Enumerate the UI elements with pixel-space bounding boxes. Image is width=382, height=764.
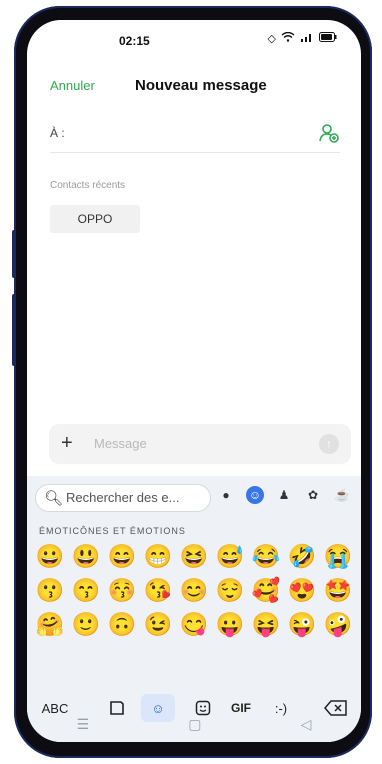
emoji-key[interactable]: 😁: [141, 542, 175, 570]
emoji-categories: ● ☺ ♟ ✿ ☕: [217, 486, 351, 504]
recent-clock-icon[interactable]: ●: [217, 486, 235, 504]
emoji-key[interactable]: 🙂: [69, 610, 103, 638]
page-title: Nouveau message: [135, 77, 267, 94]
battery-icon: [319, 32, 337, 45]
emoji-key[interactable]: 😄: [105, 542, 139, 570]
emoji-key[interactable]: 😉: [141, 610, 175, 638]
status-time: 02:15: [119, 34, 150, 48]
alarm-icon: ◇: [267, 33, 276, 45]
volume-button: [12, 230, 16, 278]
person-category-icon[interactable]: ♟: [275, 486, 293, 504]
animals-category-icon[interactable]: ✿: [304, 486, 322, 504]
menu-nav-icon[interactable]: ☰: [77, 716, 90, 733]
emoji-key[interactable]: 😝: [249, 610, 283, 638]
search-icon: 🔍︎: [44, 490, 64, 507]
signal-icon: [300, 32, 314, 45]
emoji-key[interactable]: 🤩: [321, 576, 355, 604]
emoji-search-placeholder: Rechercher des e...: [66, 490, 180, 505]
recipient-label: À :: [50, 126, 65, 140]
emoji-key[interactable]: 😍: [285, 576, 319, 604]
emoji-key[interactable]: 😭: [321, 542, 355, 570]
power-button: [12, 294, 16, 366]
emoji-key[interactable]: 🤗: [33, 610, 67, 638]
back-nav-icon[interactable]: ◁: [301, 716, 312, 733]
compose-bar[interactable]: + Message ↑: [49, 424, 351, 464]
emoji-section-title: ÉMOTICÔNES ET ÉMOTIONS: [39, 526, 186, 536]
status-bar: 02:15 ◇: [27, 20, 361, 64]
emoji-key[interactable]: 😘: [141, 576, 175, 604]
emoji-search-row: 🔍︎ Rechercher des e... ● ☺ ♟ ✿ ☕: [27, 476, 361, 516]
emoji-grid: 😀 😃 😄 😁 😆 😅 😂 🤣 😭 😗 😙 😚 😘 😊 😌 🥰 😍 🤩 🤗 🙂 🙃 😉 😋 😛 😝 😜 🤪: [33, 542, 357, 638]
emoji-key[interactable]: 😃: [69, 542, 103, 570]
emoji-key[interactable]: 😅: [213, 542, 247, 570]
emoji-key[interactable]: 😌: [213, 576, 247, 604]
emoji-key[interactable]: 🤪: [321, 610, 355, 638]
smiley-category-icon[interactable]: ☺: [246, 486, 264, 504]
home-nav-icon[interactable]: ▢: [188, 716, 201, 733]
screen: 02:15 ◇ Annuler Nouveau message À : Cont…: [27, 20, 361, 742]
emoji-key[interactable]: 🥰: [249, 576, 283, 604]
system-nav-bar: ☰ ▢ ◁: [27, 706, 361, 742]
emoji-key[interactable]: 😙: [69, 576, 103, 604]
emoji-key[interactable]: 😛: [213, 610, 247, 638]
send-icon[interactable]: ↑: [319, 434, 339, 454]
wifi-icon: [281, 31, 295, 45]
emoji-key[interactable]: 😀: [33, 542, 67, 570]
cancel-button[interactable]: Annuler: [50, 78, 95, 93]
emoji-key[interactable]: 😜: [285, 610, 319, 638]
emoji-key[interactable]: 😚: [105, 576, 139, 604]
contact-chip[interactable]: OPPO: [50, 205, 140, 233]
emoji-key[interactable]: 😗: [33, 576, 67, 604]
header: Annuler Nouveau message: [27, 72, 361, 102]
add-contact-icon[interactable]: [318, 122, 340, 144]
emoji-key[interactable]: 😂: [249, 542, 283, 570]
recent-contacts-label: Contacts récents: [50, 180, 126, 191]
emoji-key[interactable]: 😋: [177, 610, 211, 638]
status-icons: ◇: [267, 31, 337, 45]
message-input[interactable]: Message: [94, 436, 147, 451]
emoji-key[interactable]: 🤣: [285, 542, 319, 570]
emoji-key[interactable]: 🙃: [105, 610, 139, 638]
emoji-key[interactable]: 😊: [177, 576, 211, 604]
add-attachment-icon[interactable]: +: [61, 432, 73, 455]
recipient-field[interactable]: À :: [50, 120, 340, 153]
emoji-search-input[interactable]: 🔍︎ Rechercher des e...: [35, 484, 211, 512]
emoji-keyboard: 🔍︎ Rechercher des e... ● ☺ ♟ ✿ ☕ ÉMOTICÔ…: [27, 476, 361, 742]
food-category-icon[interactable]: ☕: [333, 486, 351, 504]
emoji-key[interactable]: 😆: [177, 542, 211, 570]
